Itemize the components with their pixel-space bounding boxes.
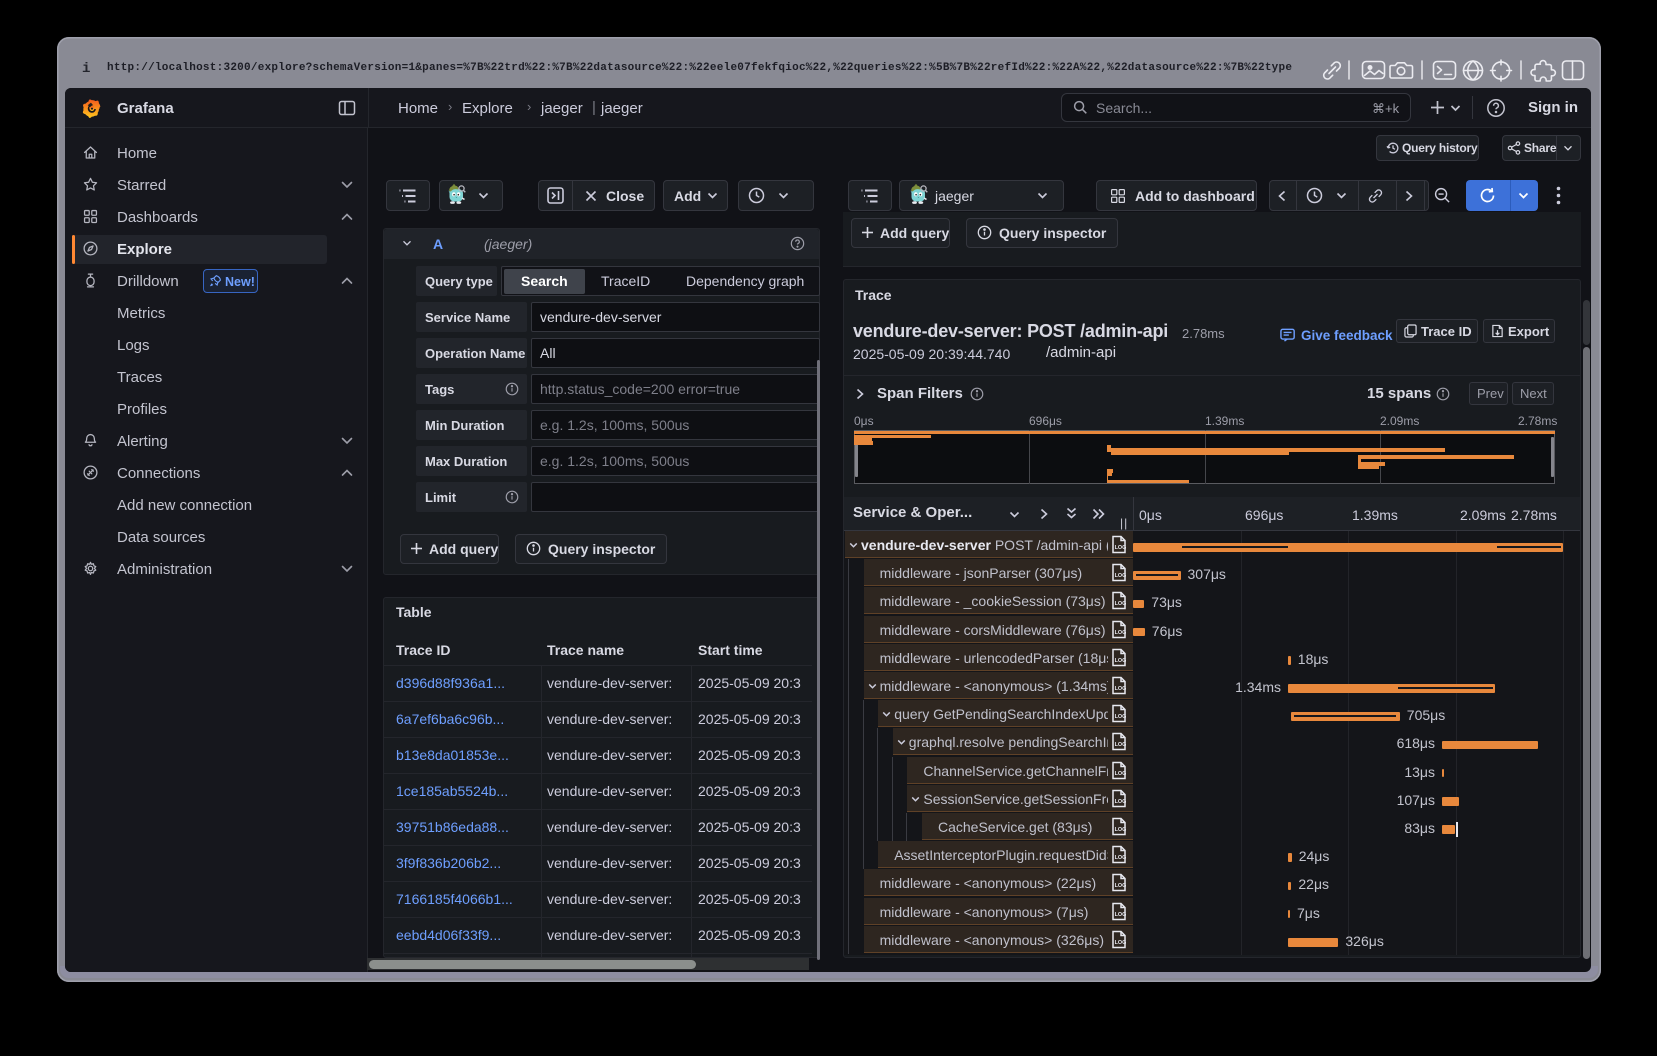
svg-text:LOG: LOG xyxy=(1115,630,1127,636)
svg-text:LOG: LOG xyxy=(1115,545,1127,551)
svg-text:LOG: LOG xyxy=(1115,912,1127,918)
svg-text:LOG: LOG xyxy=(1115,743,1127,749)
svg-text:LOG: LOG xyxy=(1115,658,1127,664)
svg-text:LOG: LOG xyxy=(1115,884,1127,890)
svg-text:LOG: LOG xyxy=(1115,940,1127,946)
svg-text:LOG: LOG xyxy=(1115,573,1127,579)
svg-text:LOG: LOG xyxy=(1115,827,1127,833)
svg-text:LOG: LOG xyxy=(1115,771,1127,777)
svg-text:LOG: LOG xyxy=(1115,714,1127,720)
svg-text:LOG: LOG xyxy=(1115,855,1127,861)
svg-text:LOG: LOG xyxy=(1115,686,1127,692)
svg-text:LOG: LOG xyxy=(1115,799,1127,805)
svg-text:LOG: LOG xyxy=(1115,602,1127,608)
